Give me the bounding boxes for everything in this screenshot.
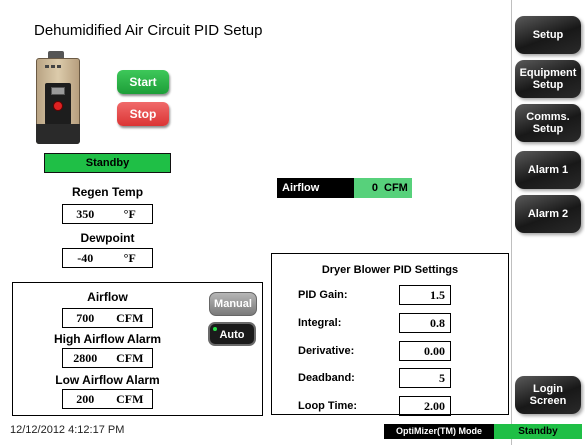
equipment-setup-button[interactable]: Equipment Setup — [515, 60, 581, 98]
stop-button[interactable]: Stop — [117, 102, 169, 126]
deadband-field[interactable]: 5 — [399, 368, 451, 388]
airflow-setpoint-label: Airflow — [87, 290, 128, 304]
loop-time-field[interactable]: 2.00 — [399, 396, 451, 416]
low-airflow-alarm-field[interactable]: 200 CFM — [62, 389, 153, 409]
dewpoint-unit: °F — [123, 251, 136, 265]
auto-mode-label: Auto — [219, 329, 245, 341]
main-panel: Dehumidified Air Circuit PID Setup Start… — [0, 0, 512, 445]
derivative-field[interactable]: 0.00 — [399, 341, 451, 361]
auto-mode-button[interactable]: Auto — [208, 322, 256, 346]
derivative-label: Derivative: — [298, 345, 355, 357]
active-indicator-icon — [213, 327, 217, 331]
setup-button[interactable]: Setup — [515, 16, 581, 54]
comms-setup-button[interactable]: Comms. Setup — [515, 104, 581, 142]
regen-temp-field[interactable]: 350 °F — [62, 204, 153, 224]
pid-gain-label: PID Gain: — [298, 289, 348, 301]
dewpoint-label: Dewpoint — [80, 231, 135, 245]
high-airflow-alarm-unit: CFM — [116, 351, 144, 365]
airflow-readout-unit: CFM — [384, 182, 408, 194]
regen-temp-unit: °F — [123, 207, 136, 221]
dewpoint-value: -40 — [77, 251, 94, 265]
airflow-readout: Airflow 0 CFM — [277, 178, 412, 198]
low-airflow-alarm-unit: CFM — [116, 392, 144, 406]
pid-settings-panel: Dryer Blower PID Settings PID Gain: 1.5 … — [271, 253, 509, 416]
integral-field[interactable]: 0.8 — [399, 313, 451, 333]
navigation-sidebar: Setup Equipment Setup Comms. Setup Alarm… — [512, 0, 585, 420]
start-button[interactable]: Start — [117, 70, 169, 94]
airflow-setpoint-value: 700 — [76, 311, 95, 325]
timestamp: 12/12/2012 4:12:17 PM — [10, 424, 125, 436]
high-airflow-alarm-label: High Airflow Alarm — [53, 332, 162, 346]
optimizer-mode-bar: OptiMizer(TM) Mode Standby — [384, 424, 582, 439]
pid-gain-field[interactable]: 1.5 — [399, 285, 451, 305]
loop-time-label: Loop Time: — [298, 400, 358, 412]
regen-temp-label: Regen Temp — [71, 185, 144, 199]
high-airflow-alarm-value: 2800 — [73, 351, 98, 365]
dryer-unit-icon — [36, 51, 80, 144]
airflow-setpoint-field[interactable]: 700 CFM — [62, 308, 153, 328]
regen-temp-value: 350 — [76, 207, 95, 221]
pid-settings-title: Dryer Blower PID Settings — [321, 264, 459, 276]
login-screen-button[interactable]: Login Screen — [515, 376, 581, 414]
optimizer-mode-label: OptiMizer(TM) Mode — [384, 424, 494, 439]
airflow-setpoint-unit: CFM — [116, 311, 144, 325]
integral-label: Integral: — [298, 317, 342, 329]
dewpoint-field[interactable]: -40 °F — [62, 248, 153, 268]
alarm-2-button[interactable]: Alarm 2 — [515, 195, 581, 233]
deadband-label: Deadband: — [298, 372, 355, 384]
low-airflow-alarm-label: Low Airflow Alarm — [55, 373, 160, 387]
airflow-readout-label: Airflow — [277, 178, 354, 198]
manual-mode-button[interactable]: Manual — [209, 292, 257, 316]
airflow-readout-value: 0 — [371, 182, 378, 194]
high-airflow-alarm-field[interactable]: 2800 CFM — [62, 348, 153, 368]
optimizer-mode-value: Standby — [494, 424, 582, 439]
low-airflow-alarm-value: 200 — [76, 392, 95, 406]
alarm-1-button[interactable]: Alarm 1 — [515, 151, 581, 189]
status-badge: Standby — [44, 153, 171, 173]
page-title: Dehumidified Air Circuit PID Setup — [34, 22, 263, 39]
